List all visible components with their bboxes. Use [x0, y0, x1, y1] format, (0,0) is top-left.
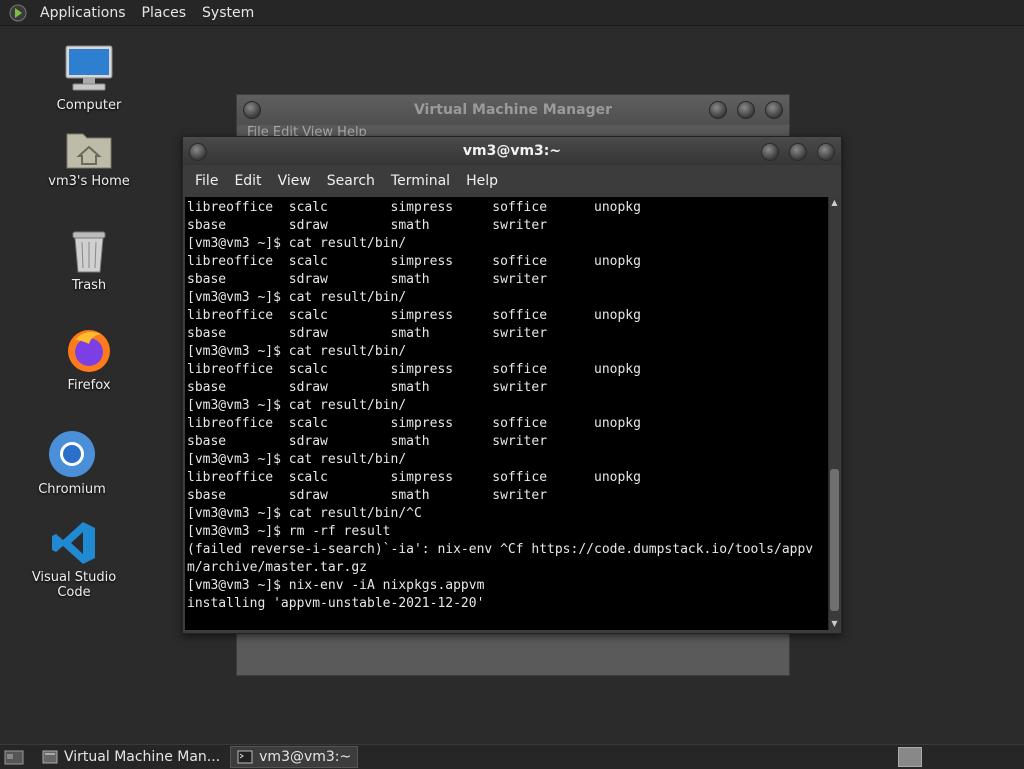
terminal-line: sbase sdraw smath swriter [187, 326, 548, 341]
terminal-line: [vm3@vm3 ~]$ nix-env -iA nixpkgs.appvm [187, 578, 485, 593]
terminal-output[interactable]: libreoffice scalc simpress soffice unopk… [185, 197, 828, 630]
terminal-menubar: File Edit View Search Terminal Help [183, 165, 841, 197]
desktop-icon-chromium[interactable]: Chromium [12, 430, 132, 497]
terminal-line: sbase sdraw smath swriter [187, 488, 548, 503]
taskbar-item-terminal[interactable]: vm3@vm3:~ [230, 746, 359, 768]
menu-file[interactable]: File [187, 173, 226, 189]
window-menu-icon[interactable] [243, 101, 261, 119]
top-panel: Applications Places System [0, 0, 1024, 26]
menu-search[interactable]: Search [319, 173, 383, 189]
menu-help[interactable]: Help [458, 173, 506, 189]
terminal-line: sbase sdraw smath swriter [187, 272, 548, 287]
terminal-scrollbar[interactable]: ▲ ▼ [828, 197, 840, 630]
terminal-line: sbase sdraw smath swriter [187, 380, 548, 395]
trash-icon [72, 231, 106, 273]
terminal-window[interactable]: vm3@vm3:~ File Edit View Search Terminal… [182, 136, 842, 634]
scrollbar-thumb[interactable] [830, 469, 839, 611]
terminal-line: libreoffice scalc simpress soffice unopk… [187, 200, 641, 215]
desktop-icon-label: Chromium [38, 482, 106, 497]
desktop-icon-firefox[interactable]: Firefox [29, 326, 149, 393]
terminal-line: libreoffice scalc simpress soffice unopk… [187, 254, 641, 269]
applications-logo-icon[interactable] [8, 3, 28, 23]
places-menu[interactable]: Places [134, 5, 195, 21]
terminal-task-icon [237, 750, 253, 764]
terminal-line: [vm3@vm3 ~]$ cat result/bin/ [187, 236, 407, 251]
terminal-line: [vm3@vm3 ~]$ cat result/bin/ [187, 290, 407, 305]
terminal-line: sbase sdraw smath swriter [187, 434, 548, 449]
menu-terminal[interactable]: Terminal [383, 173, 458, 189]
terminal-line: libreoffice scalc simpress soffice unopk… [187, 470, 641, 485]
desktop-icon-home[interactable]: vm3's Home [29, 128, 149, 189]
terminal-line: [vm3@vm3 ~]$ cat result/bin/ [187, 452, 407, 467]
terminal-line: m/archive/master.tar.gz [187, 560, 368, 575]
window-menu-icon[interactable] [189, 143, 207, 161]
vmm-titlebar[interactable]: Virtual Machine Manager [237, 95, 789, 125]
chromium-icon [49, 431, 95, 477]
terminal-line: [vm3@vm3 ~]$ rm -rf result [187, 524, 391, 539]
desktop-icon-label: Trash [71, 278, 107, 293]
terminal-line: (failed reverse-i-search)`-ia': nix-env … [187, 542, 814, 557]
terminal-titlebar[interactable]: vm3@vm3:~ [183, 137, 841, 165]
taskbar-item-label: Virtual Machine Man... [64, 749, 221, 765]
applications-menu[interactable]: Applications [32, 5, 134, 21]
terminal-lines: libreoffice scalc simpress soffice unopk… [185, 197, 828, 613]
desktop-icon-vscode[interactable]: Visual Studio Code [14, 520, 134, 600]
terminal-line: [vm3@vm3 ~]$ cat result/bin/^C [187, 506, 422, 521]
minimize-icon[interactable] [761, 143, 779, 161]
desktop-icon-trash[interactable]: Trash [29, 228, 149, 293]
maximize-icon[interactable] [737, 101, 755, 119]
terminal-line: [vm3@vm3 ~]$ cat result/bin/ [187, 344, 407, 359]
terminal-line: libreoffice scalc simpress soffice unopk… [187, 416, 641, 431]
terminal-line: [vm3@vm3 ~]$ cat result/bin/ [187, 398, 407, 413]
desktop-icon-label: vm3's Home [48, 174, 130, 189]
scroll-up-arrow-icon[interactable]: ▲ [829, 197, 840, 209]
terminal-line: installing 'appvm-unstable-2021-12-20' [187, 596, 485, 611]
desktop-icon-label: Firefox [67, 378, 111, 393]
desktop-icon-computer[interactable]: Computer [29, 44, 149, 113]
taskbar-item-label: vm3@vm3:~ [259, 749, 352, 765]
desktop-icon-label: Visual Studio Code [31, 570, 117, 600]
taskbar-item-vmm[interactable]: Virtual Machine Man... [36, 747, 226, 767]
scroll-down-arrow-icon[interactable]: ▼ [829, 618, 840, 630]
minimize-icon[interactable] [709, 101, 727, 119]
bottom-panel: Virtual Machine Man... vm3@vm3:~ [0, 744, 1024, 769]
vmm-task-icon [42, 750, 58, 764]
workspace-switcher[interactable] [898, 747, 922, 767]
terminal-line: libreoffice scalc simpress soffice unopk… [187, 308, 641, 323]
home-folder-icon [66, 133, 112, 169]
computer-icon [65, 45, 113, 91]
firefox-icon [68, 330, 110, 372]
show-desktop-icon[interactable] [4, 748, 24, 766]
terminal-line: sbase sdraw smath swriter [187, 218, 548, 233]
menu-edit[interactable]: Edit [226, 173, 269, 189]
vscode-icon [52, 522, 95, 564]
close-icon[interactable] [765, 101, 783, 119]
system-menu[interactable]: System [194, 5, 262, 21]
desktop-icon-label: Computer [56, 98, 122, 113]
maximize-icon[interactable] [789, 143, 807, 161]
close-icon[interactable] [817, 143, 835, 161]
menu-view[interactable]: View [270, 173, 319, 189]
terminal-title: vm3@vm3:~ [462, 143, 562, 159]
vmm-title: Virtual Machine Manager [413, 102, 613, 118]
terminal-line: libreoffice scalc simpress soffice unopk… [187, 362, 641, 377]
